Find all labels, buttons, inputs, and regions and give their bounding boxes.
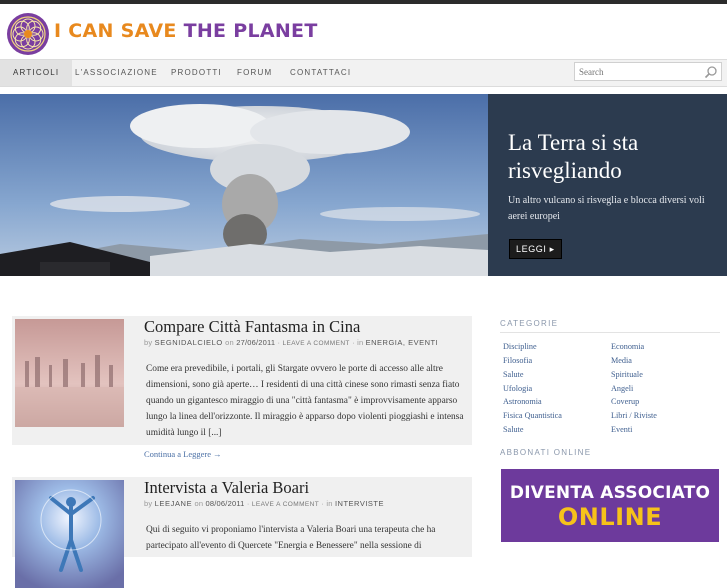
post-title[interactable]: Compare Città Fantasma in Cina bbox=[144, 317, 360, 337]
post-author-link[interactable]: LEEJANE bbox=[155, 499, 193, 508]
meta-separator: · bbox=[277, 338, 281, 347]
category-link[interactable]: Ufologia bbox=[503, 384, 532, 393]
nav-item-prodotti[interactable]: PRODOTTI bbox=[171, 60, 222, 86]
subscribe-heading: ABBONATI ONLINE bbox=[500, 448, 592, 457]
meta-in: in bbox=[357, 338, 364, 347]
categories-heading: CATEGORIE bbox=[500, 319, 559, 328]
post-date: 27/06/2011 bbox=[236, 338, 276, 347]
site-logo-icon[interactable] bbox=[6, 12, 50, 56]
post-excerpt: Qui di seguito vi proponiamo l'intervist… bbox=[146, 525, 436, 551]
top-bar bbox=[0, 0, 727, 4]
meta-separator: · bbox=[246, 499, 250, 508]
meta-on: on bbox=[225, 338, 234, 347]
featured-title[interactable]: La Terra si sta risvegliando bbox=[508, 129, 718, 185]
post-thumbnail[interactable] bbox=[15, 480, 124, 588]
banner-line-2: ONLINE bbox=[557, 503, 663, 531]
nav-item-contattaci[interactable]: CONTATTACI bbox=[290, 60, 351, 86]
category-link[interactable]: Coverup bbox=[611, 397, 639, 406]
post-categories-link[interactable]: ENERGIA, EVENTI bbox=[366, 338, 439, 347]
meta-by: by bbox=[144, 499, 153, 508]
membership-banner[interactable]: DIVENTA ASSOCIATO ONLINE bbox=[501, 469, 719, 542]
meta-separator: · bbox=[352, 338, 355, 347]
category-link[interactable]: Eventi bbox=[611, 425, 632, 434]
category-link[interactable]: Salute bbox=[503, 425, 523, 434]
leave-comment-link[interactable]: LEAVE A COMMENT bbox=[252, 501, 319, 508]
post-title[interactable]: Intervista a Valeria Boari bbox=[144, 478, 309, 498]
post-meta: by SEGNIDALCIELO on 27/06/2011 · LEAVE A… bbox=[144, 338, 438, 347]
site-title-word-2: the planet bbox=[183, 20, 318, 42]
post-excerpt: Come era prevedibile, i portali, gli Sta… bbox=[146, 364, 464, 438]
featured-slider: La Terra si sta risvegliando Un altro vu… bbox=[0, 94, 727, 276]
nav-item-articoli[interactable]: ARTICOLI bbox=[0, 60, 73, 86]
meta-in: in bbox=[326, 499, 333, 508]
post-author-link[interactable]: SEGNIDALCIELO bbox=[155, 338, 223, 347]
nav-item-associazione[interactable]: L'ASSOCIAZIONE bbox=[75, 60, 158, 86]
volcano-eruption-image[interactable] bbox=[0, 94, 488, 276]
category-link[interactable]: Astronomia bbox=[503, 397, 542, 406]
site-title-word-1: I can save bbox=[54, 20, 177, 42]
meta-separator: · bbox=[321, 499, 325, 508]
post-categories-link[interactable]: INTERVISTE bbox=[335, 499, 384, 508]
site-title[interactable]: I can save the planet bbox=[54, 20, 318, 42]
categories-list: Discipline Filosofia Salute Ufologia Ast… bbox=[500, 332, 720, 441]
category-link[interactable]: Filosofia bbox=[503, 356, 532, 365]
post-thumbnail[interactable] bbox=[15, 319, 124, 427]
search-input[interactable] bbox=[579, 65, 699, 79]
magnifier-icon[interactable] bbox=[704, 65, 718, 79]
post-card: Compare Città Fantasma in Cina by SEGNID… bbox=[12, 316, 472, 445]
category-link[interactable]: Economia bbox=[611, 342, 644, 351]
meta-on: on bbox=[194, 499, 204, 508]
category-link[interactable]: Discipline bbox=[503, 342, 537, 351]
post-date: 08/06/2011 bbox=[205, 499, 245, 508]
featured-read-button[interactable]: LEGGI ▸ bbox=[509, 239, 562, 259]
post-card: Intervista a Valeria Boari by LEEJANE on… bbox=[12, 477, 472, 588]
category-link[interactable]: Spirituale bbox=[611, 370, 643, 379]
category-link[interactable]: Angeli bbox=[611, 384, 633, 393]
featured-subtitle: Un altro vulcano si risveglia e blocca d… bbox=[508, 195, 705, 222]
featured-caption: La Terra si sta risvegliando Un altro vu… bbox=[488, 94, 727, 276]
category-link[interactable]: Media bbox=[611, 356, 632, 365]
meta-by: by bbox=[144, 338, 153, 347]
leave-comment-link[interactable]: LEAVE A COMMENT bbox=[283, 340, 350, 347]
category-link[interactable]: Libri / Riviste bbox=[611, 411, 657, 420]
read-more-link[interactable]: Continua a Leggere → bbox=[144, 449, 222, 459]
search-box bbox=[574, 62, 722, 81]
category-link[interactable]: Salute bbox=[503, 370, 523, 379]
category-link[interactable]: Fisica Quantistica bbox=[503, 411, 562, 420]
banner-line-1: DIVENTA ASSOCIATO bbox=[509, 483, 711, 503]
nav-item-forum[interactable]: FORUM bbox=[237, 60, 272, 86]
post-meta: by LEEJANE on 08/06/2011 · LEAVE A COMME… bbox=[144, 499, 384, 508]
